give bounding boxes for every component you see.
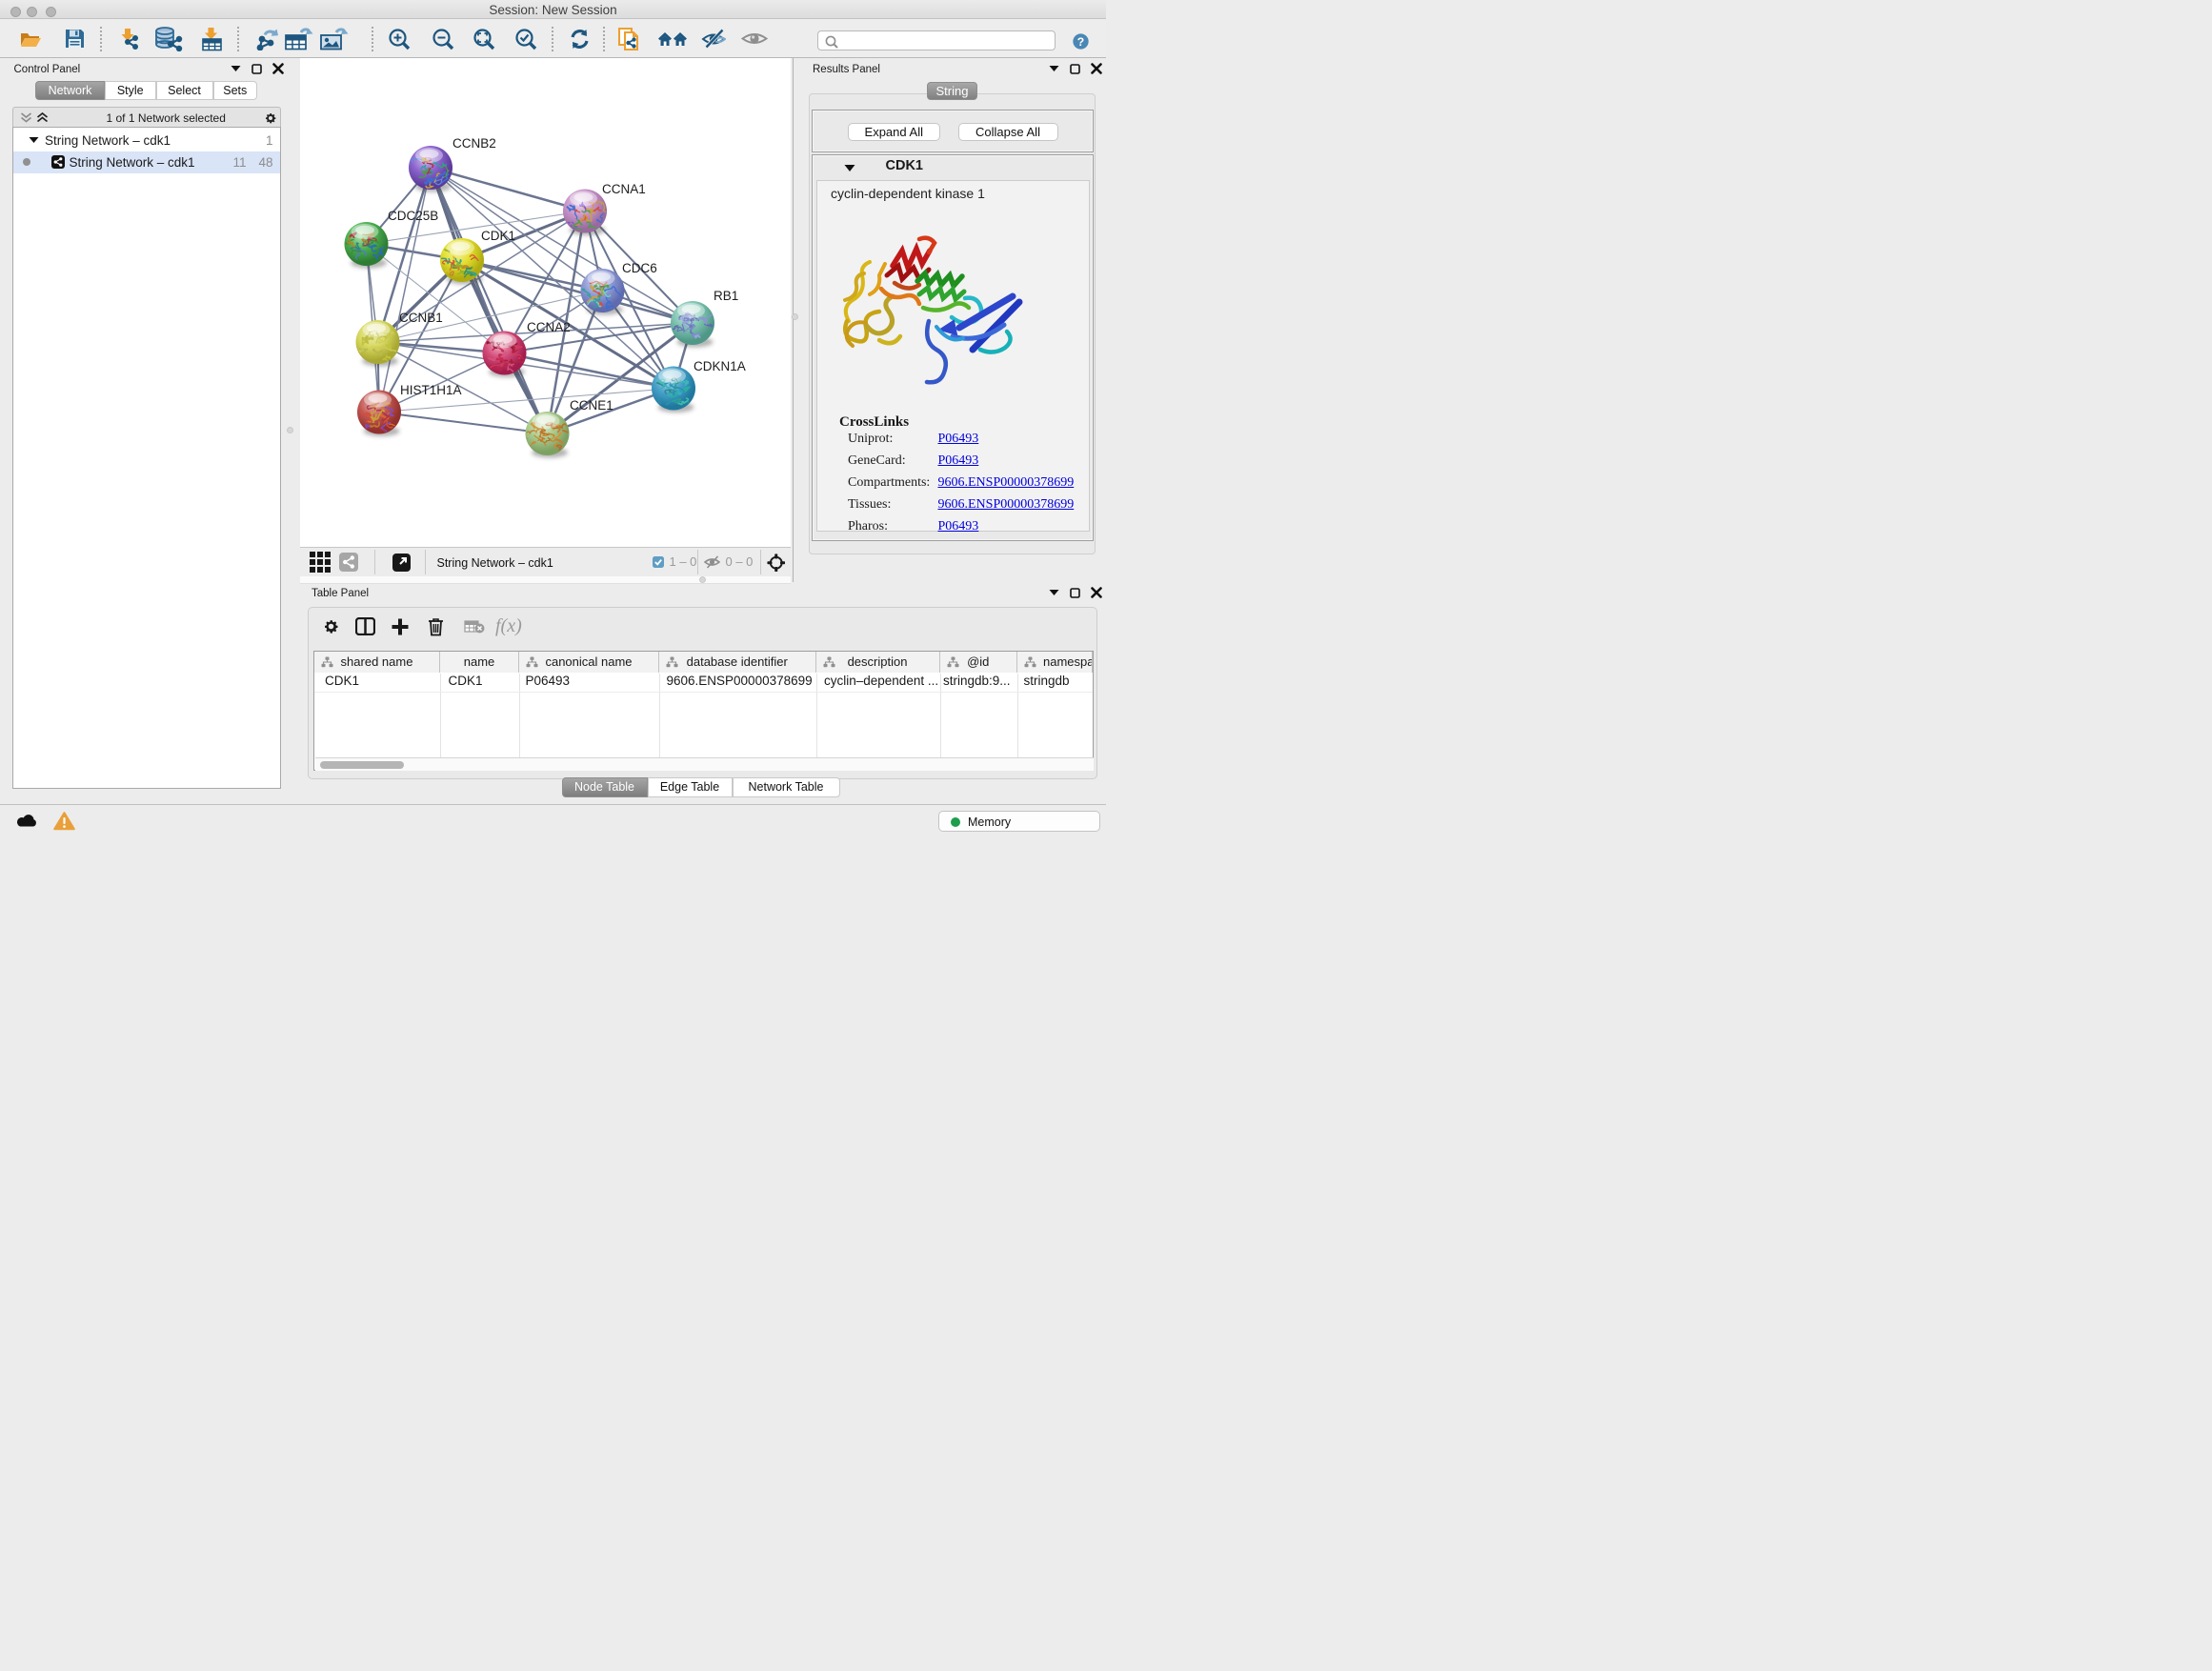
svg-text:CCNB1: CCNB1 — [399, 311, 443, 325]
svg-text:CDK1: CDK1 — [481, 229, 515, 243]
svg-text:RB1: RB1 — [714, 289, 738, 303]
svg-text:?: ? — [1077, 35, 1084, 49]
svg-text:CDC25B: CDC25B — [388, 209, 438, 223]
svg-text:CDC6: CDC6 — [622, 261, 657, 275]
svg-text:CDKN1A: CDKN1A — [694, 359, 746, 373]
svg-text:CCNE1: CCNE1 — [570, 398, 613, 413]
svg-text:CCNA1: CCNA1 — [602, 182, 646, 196]
svg-text:CCNA2: CCNA2 — [527, 320, 571, 334]
svg-text:CCNB2: CCNB2 — [452, 136, 496, 151]
svg-text:HIST1H1A: HIST1H1A — [400, 383, 462, 397]
